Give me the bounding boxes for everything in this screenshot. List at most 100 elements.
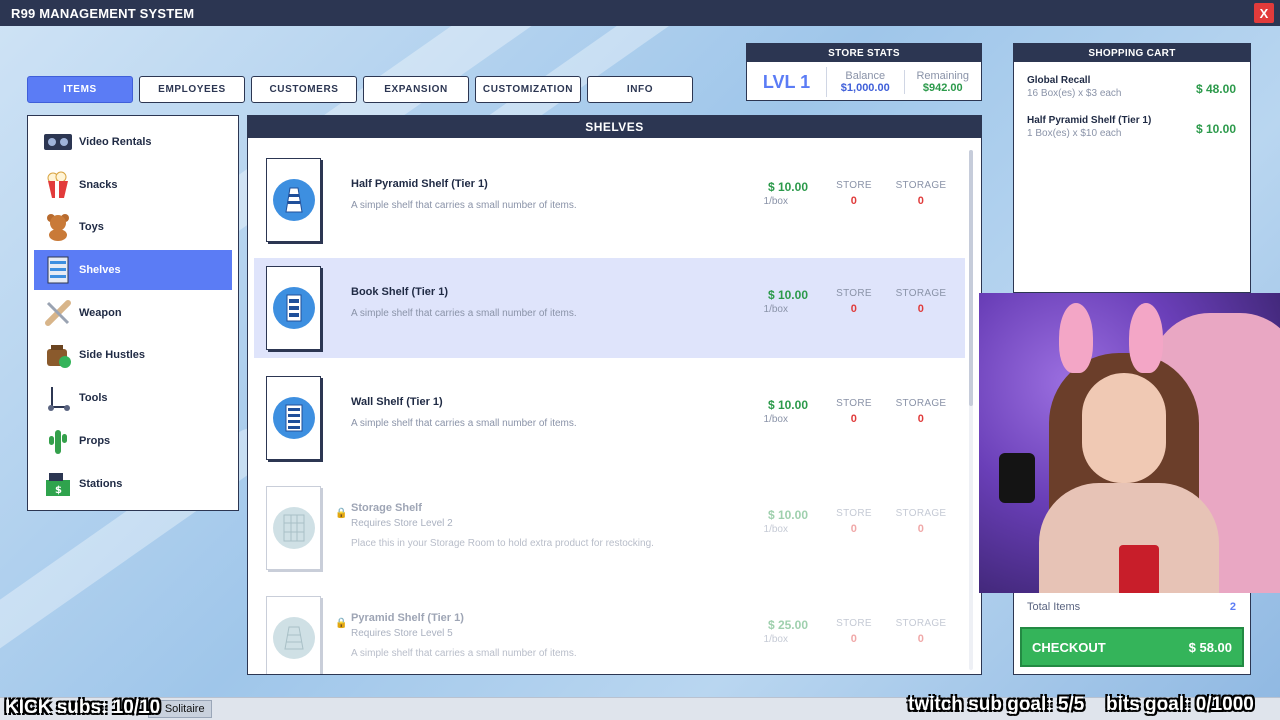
close-button[interactable]: X xyxy=(1254,3,1274,23)
bunny-ear xyxy=(1129,303,1163,373)
item-unit: 1/box xyxy=(763,634,788,645)
item-unit: 1/box xyxy=(763,196,788,207)
video-tape-icon xyxy=(42,126,74,158)
sidebar-item-label: Weapon xyxy=(79,306,122,319)
streamer-face xyxy=(1082,373,1166,483)
storage-count: STORAGE 0 xyxy=(895,180,947,207)
tab-customization[interactable]: CUSTOMIZATION xyxy=(475,76,581,103)
store-count: STORE 0 xyxy=(836,398,872,425)
shelf-icon xyxy=(42,254,74,286)
tab-info[interactable]: INFO xyxy=(587,76,693,103)
item-requirement: Requires Store Level 5 xyxy=(351,628,453,639)
item-name: Storage Shelf xyxy=(351,502,422,514)
tab-expansion[interactable]: EXPANSION xyxy=(363,76,469,103)
storage-count: STORAGE 0 xyxy=(895,618,947,645)
store-count: STORE 0 xyxy=(836,288,872,315)
checkout-label: CHECKOUT xyxy=(1032,639,1106,655)
bat-icon xyxy=(42,297,74,329)
checkout-price: $ 58.00 xyxy=(1188,639,1232,655)
taskbar-app-label: Solitaire xyxy=(164,703,205,715)
cart-item[interactable]: Half Pyramid Shelf (Tier 1) 1 Box(es) x … xyxy=(1014,102,1250,142)
shelf-thumbnail xyxy=(266,486,321,570)
shelves-panel: SHELVES Half Pyramid Shelf (Tier 1) A si… xyxy=(247,115,982,675)
list-item[interactable]: Wall Shelf (Tier 1) A simple shelf that … xyxy=(254,368,965,468)
microphone xyxy=(999,453,1035,503)
category-tabs: ITEMS EMPLOYEES CUSTOMERS EXPANSION CUST… xyxy=(27,76,693,103)
item-price: $ 25.00 xyxy=(767,618,808,632)
item-price: $ 10.00 xyxy=(767,398,808,412)
panel-title: SHELVES xyxy=(248,116,981,138)
item-unit: 1/box xyxy=(763,524,788,535)
tab-customers[interactable]: CUSTOMERS xyxy=(251,76,357,103)
item-description: A simple shelf that carries a small numb… xyxy=(351,648,577,659)
list-item[interactable]: 🔒 Storage Shelf Requires Store Level 2 P… xyxy=(254,478,965,578)
store-stats-header: STORE STATS xyxy=(747,44,981,62)
item-description: A simple shelf that carries a small numb… xyxy=(351,418,577,429)
sidebar-item-label: Tools xyxy=(79,392,108,405)
popcorn-icon xyxy=(42,169,74,201)
shelf-thumbnail xyxy=(266,158,321,242)
bits-goal: bits goal: 0/1000 xyxy=(1106,694,1254,715)
sidebar-item-shelves[interactable]: Shelves xyxy=(34,250,232,291)
store-count: STORE 0 xyxy=(836,508,872,535)
sidebar-item-label: Snacks xyxy=(79,178,118,191)
remaining-value: $942.00 xyxy=(922,81,963,94)
svg-text:$: $ xyxy=(55,485,62,496)
soda-can xyxy=(1119,545,1159,593)
storage-count: STORAGE 0 xyxy=(895,288,947,315)
item-unit: 1/box xyxy=(763,414,788,425)
item-description: A simple shelf that carries a small numb… xyxy=(351,200,577,211)
shelf-thumbnail xyxy=(266,266,321,350)
balance-value: $1,000.00 xyxy=(840,81,890,94)
cart-item-price: $ 48.00 xyxy=(1195,82,1236,96)
tab-items[interactable]: ITEMS xyxy=(27,76,133,103)
sidebar-item-side-hustles[interactable]: Side Hustles xyxy=(34,335,232,375)
checkout-button[interactable]: CHECKOUT $ 58.00 xyxy=(1020,627,1244,667)
item-name: Wall Shelf (Tier 1) xyxy=(351,396,443,408)
bunny-ear xyxy=(1059,303,1093,373)
lock-icon: 🔒 xyxy=(335,618,348,629)
item-price: $ 10.00 xyxy=(767,508,808,522)
money-bag-icon xyxy=(42,339,74,371)
lock-icon: 🔒 xyxy=(335,508,348,519)
sidebar-item-snacks[interactable]: Snacks xyxy=(34,165,232,205)
cactus-icon xyxy=(42,425,74,457)
list-item[interactable]: 🔒 Pyramid Shelf (Tier 1) Requires Store … xyxy=(254,588,965,674)
total-items-value: 2 xyxy=(1229,601,1236,613)
cart-item-price: $ 10.00 xyxy=(1195,122,1236,136)
sidebar-item-weapon[interactable]: Weapon xyxy=(34,293,232,333)
tab-employees[interactable]: EMPLOYEES xyxy=(139,76,245,103)
sidebar-item-label: Props xyxy=(79,434,111,447)
scooter-icon xyxy=(42,382,74,414)
store-count: STORE 0 xyxy=(836,180,872,207)
item-unit: 1/box xyxy=(763,304,788,315)
sidebar-item-label: Stations xyxy=(79,477,123,490)
store-stats-panel: STORE STATS LVL 1 Balance $1,000.00 Rema… xyxy=(746,43,982,101)
sidebar-item-stations[interactable]: $ Stations xyxy=(34,464,232,504)
remaining-label: Remaining xyxy=(916,69,970,82)
item-name: Half Pyramid Shelf (Tier 1) xyxy=(351,178,488,190)
sidebar-item-label: Toys xyxy=(79,221,104,234)
window-title: R99 MANAGEMENT SYSTEM xyxy=(11,5,195,21)
item-price: $ 10.00 xyxy=(767,180,808,194)
cart-footer: Total Items 2 CHECKOUT $ 58.00 xyxy=(1013,593,1251,675)
sidebar-item-toys[interactable]: Toys xyxy=(34,207,232,247)
taskbar: ♠ Solitaire xyxy=(0,697,1280,720)
total-items-label: Total Items xyxy=(1027,601,1081,613)
list-item[interactable]: Book Shelf (Tier 1) A simple shelf that … xyxy=(254,258,965,358)
balance-label: Balance xyxy=(845,69,886,82)
item-description: Place this in your Storage Room to hold … xyxy=(351,538,654,549)
cart-item[interactable]: Global Recall 16 Box(es) x $3 each $ 48.… xyxy=(1014,62,1250,102)
twitch-sub-goal: twitch sub goal: 5/5 xyxy=(908,694,1085,715)
scrollbar-thumb[interactable] xyxy=(969,150,973,406)
item-name: Pyramid Shelf (Tier 1) xyxy=(351,612,464,624)
sidebar-item-video-rentals[interactable]: Video Rentals xyxy=(34,122,232,162)
item-price: $ 10.00 xyxy=(767,288,808,302)
sidebar-item-tools[interactable]: Tools xyxy=(34,378,232,418)
sidebar-item-props[interactable]: Props xyxy=(34,421,232,461)
shelf-thumbnail xyxy=(266,376,321,460)
list-item[interactable]: Half Pyramid Shelf (Tier 1) A simple she… xyxy=(254,150,965,250)
sidebar-item-label: Video Rentals xyxy=(79,136,152,148)
item-requirement: Requires Store Level 2 xyxy=(351,518,453,529)
teddy-bear-icon xyxy=(42,211,74,243)
